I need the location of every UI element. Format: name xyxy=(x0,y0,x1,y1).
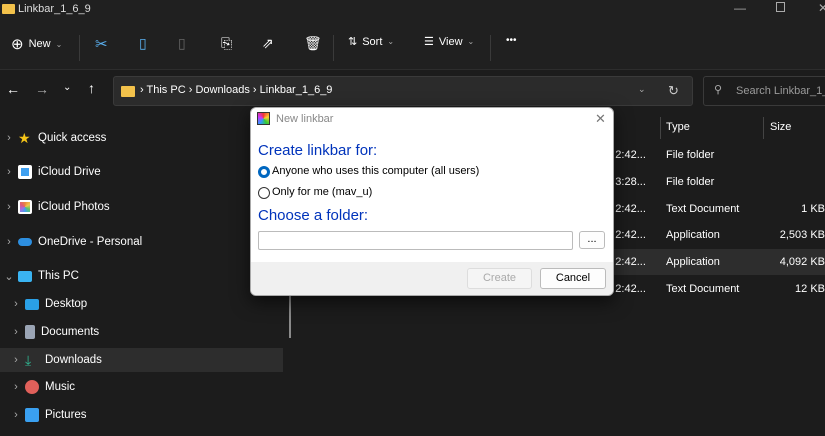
dialog-title: New linkbar xyxy=(276,113,334,125)
sidebar-label: Quick access xyxy=(38,132,107,144)
close-button[interactable]: ✕ xyxy=(818,1,825,15)
sort-button[interactable]: ⇅ Sort ⌄ xyxy=(348,35,394,49)
minimize-button[interactable]: — xyxy=(734,1,746,15)
icloud-drive-icon xyxy=(18,165,32,179)
crumb-downloads[interactable]: Downloads xyxy=(195,84,249,96)
sidebar-item-icloud-drive[interactable]: › iCloud Drive xyxy=(0,160,283,184)
view-icon: ☰ xyxy=(424,36,434,48)
sidebar-label: Documents xyxy=(41,326,100,338)
search-icon: ⚲ xyxy=(714,84,723,96)
address-dropdown-icon[interactable]: ⌄ xyxy=(638,84,646,95)
search-placeholder: Search Linkbar_1_... xyxy=(736,85,825,97)
command-bar: ⊕ New ⌄ ✂ ▯ ▯ ⎘ ⇗ 🗑 ⇅ Sort ⌄ ☰ View ⌄ ••• xyxy=(0,22,825,70)
paste-icon[interactable]: ▯ xyxy=(178,35,186,52)
sidebar-item-onedrive[interactable]: › OneDrive - Personal xyxy=(0,230,283,254)
sidebar-item-this-pc[interactable]: ⌄ This PC xyxy=(0,264,283,288)
new-button[interactable]: ⊕ New ⌄ xyxy=(11,35,62,53)
back-icon[interactable]: ← xyxy=(6,81,20,97)
column-header-size[interactable]: Size xyxy=(770,121,791,133)
sidebar-item-music[interactable]: › Music xyxy=(0,375,283,399)
file-type: Application xyxy=(666,229,720,241)
sort-icon: ⇅ xyxy=(348,36,358,48)
radio-all-users-label[interactable]: Anyone who uses this computer (all users… xyxy=(272,165,479,177)
icloud-photos-icon xyxy=(18,200,32,214)
sidebar-item-downloads[interactable]: › ⤓ Downloads xyxy=(0,348,283,372)
delete-icon[interactable]: 🗑 xyxy=(304,35,322,52)
sidebar-item-desktop[interactable]: › Desktop xyxy=(0,292,283,316)
file-type: File folder xyxy=(666,149,715,161)
onedrive-icon xyxy=(18,238,32,246)
computer-icon xyxy=(18,270,32,282)
sidebar-label: iCloud Photos xyxy=(38,201,110,213)
linkbar-app-icon xyxy=(257,112,270,125)
pictures-icon xyxy=(25,408,39,422)
folder-icon xyxy=(121,86,135,97)
radio-only-me[interactable] xyxy=(258,187,270,199)
new-label: New xyxy=(28,38,51,50)
star-icon: ★ xyxy=(18,130,31,146)
new-linkbar-dialog: New linkbar ✕ Create linkbar for: Anyone… xyxy=(250,107,614,296)
recent-chevron-icon[interactable]: ⌄ xyxy=(63,82,71,93)
sidebar-label: Downloads xyxy=(45,354,102,366)
folder-path-input[interactable] xyxy=(258,231,573,250)
forward-icon[interactable]: → xyxy=(35,81,49,97)
sidebar-label: Pictures xyxy=(45,409,87,421)
file-size: 12 KB xyxy=(795,283,825,295)
window-title: Linkbar_1_6_9 xyxy=(18,3,91,15)
sidebar-item-quick-access[interactable]: › ★ Quick access xyxy=(0,126,283,150)
file-size: 4,092 KB xyxy=(779,256,825,268)
view-label: View xyxy=(438,35,463,48)
file-type: Application xyxy=(666,256,720,268)
sidebar-label: This PC xyxy=(38,270,79,282)
share-icon[interactable]: ⇗ xyxy=(262,35,274,52)
create-for-heading: Create linkbar for: xyxy=(258,142,378,159)
sidebar-label: Music xyxy=(45,381,76,393)
sidebar-item-documents[interactable]: › Documents xyxy=(0,320,283,344)
sidebar-label: OneDrive - Personal xyxy=(38,236,143,248)
music-icon xyxy=(25,380,39,394)
browse-button[interactable]: ... xyxy=(579,231,605,249)
file-type: File folder xyxy=(666,176,715,188)
refresh-icon[interactable]: ↻ xyxy=(668,83,679,99)
documents-icon xyxy=(25,325,35,339)
rename-icon[interactable]: ⎘ xyxy=(221,35,232,52)
sort-label: Sort xyxy=(362,35,383,48)
view-button[interactable]: ☰ View ⌄ xyxy=(424,35,474,49)
up-icon[interactable]: ↑ xyxy=(88,80,95,96)
sidebar-label: Desktop xyxy=(45,298,88,310)
sidebar-item-pictures[interactable]: › Pictures xyxy=(0,403,283,427)
crumb-this-pc[interactable]: This PC xyxy=(147,84,186,96)
file-size: 1 KB xyxy=(801,203,825,215)
choose-folder-heading: Choose a folder: xyxy=(258,207,369,224)
address-bar[interactable]: › This PC › Downloads › Linkbar_1_6_9 ⌄ … xyxy=(113,76,693,106)
cut-icon[interactable]: ✂ xyxy=(95,35,108,53)
column-header-type[interactable]: Type xyxy=(666,121,690,133)
radio-only-me-label[interactable]: Only for me (mav_u) xyxy=(272,186,372,198)
desktop-icon xyxy=(25,298,39,310)
breadcrumb: › This PC › Downloads › Linkbar_1_6_9 xyxy=(140,84,333,96)
more-button[interactable]: ••• xyxy=(506,35,517,46)
file-type: Text Document xyxy=(666,203,740,215)
copy-icon[interactable]: ▯ xyxy=(139,35,147,52)
file-type: Text Document xyxy=(666,283,740,295)
radio-all-users[interactable] xyxy=(258,166,270,178)
title-bar: Linkbar_1_6_9 — ✕ xyxy=(0,0,825,22)
maximize-button[interactable] xyxy=(776,2,785,12)
cancel-button[interactable]: Cancel xyxy=(540,268,606,289)
sidebar-label: iCloud Drive xyxy=(38,166,101,178)
file-size: 2,503 KB xyxy=(779,229,825,241)
crumb-linkbar[interactable]: Linkbar_1_6_9 xyxy=(260,84,333,96)
folder-icon xyxy=(2,4,15,14)
sidebar-item-icloud-photos[interactable]: › iCloud Photos xyxy=(0,195,283,219)
sidebar-scrollbar[interactable] xyxy=(289,296,291,338)
plus-circle-icon: ⊕ xyxy=(11,36,24,53)
create-button[interactable]: Create xyxy=(467,268,532,289)
dialog-footer: Create Cancel xyxy=(251,262,613,295)
dialog-close-button[interactable]: ✕ xyxy=(595,111,606,127)
search-input[interactable]: ⚲ Search Linkbar_1_... xyxy=(703,76,825,106)
downloads-icon: ⤓ xyxy=(25,352,32,368)
